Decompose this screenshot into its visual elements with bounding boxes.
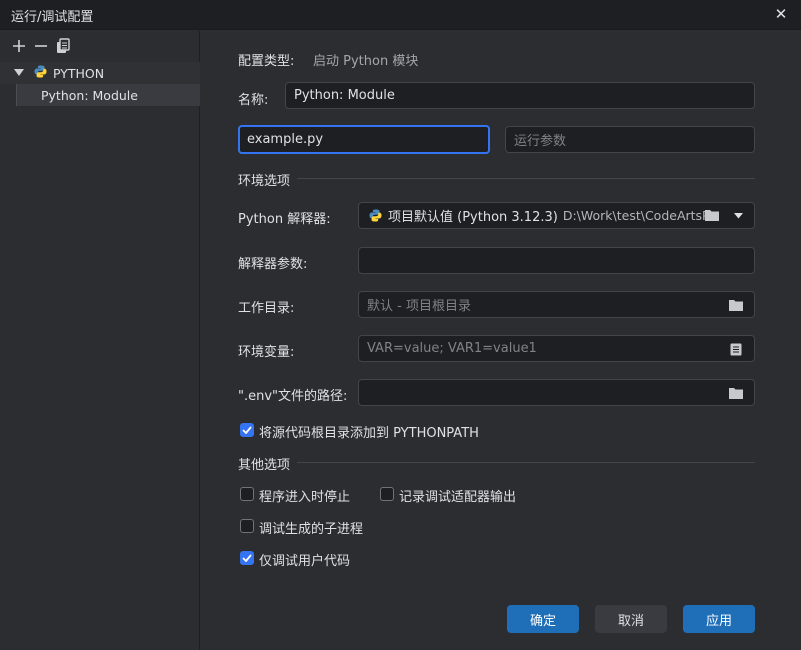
log-adapter-label: 记录调试适配器输出 — [399, 490, 517, 505]
list-icon[interactable] — [728, 341, 744, 357]
chevron-down-icon[interactable] — [732, 209, 744, 223]
envvars-placeholder: VAR=value; VAR1=value1 — [367, 341, 537, 356]
interpreter-select[interactable]: 项目默认值 (Python 3.12.3) D:\Work\test\CodeA… — [358, 202, 755, 229]
tree-group-python[interactable]: PYTHON — [0, 62, 200, 84]
just-my-code-checkbox[interactable] — [240, 551, 254, 565]
python-icon — [369, 209, 382, 222]
interpreter-path: D:\Work\test\CodeArtsPro — [562, 208, 713, 223]
tree-item-label: Python: Module — [41, 87, 138, 103]
stop-on-entry-label: 程序进入时停止 — [259, 490, 351, 505]
envfile-label: ".env"文件的路径: — [238, 389, 348, 404]
close-icon[interactable]: ✕ — [772, 5, 790, 23]
cancel-button[interactable]: 取消 — [595, 605, 667, 633]
workdir-placeholder: 默认 - 项目根目录 — [367, 299, 471, 314]
folder-icon[interactable] — [728, 385, 744, 401]
log-adapter-checkbox[interactable] — [380, 487, 394, 501]
name-label: 名称: — [238, 93, 269, 108]
interpreter-value: 项目默认值 (Python 3.12.3) — [388, 210, 558, 225]
sidebar: PYTHON Python: Module — [0, 31, 200, 650]
debug-subprocess-label: 调试生成的子进程 — [259, 522, 364, 537]
interpreter-args-field[interactable] — [358, 247, 755, 274]
main-panel: 配置类型: 启动 Python 模块 名称: Python: Module ex… — [201, 31, 801, 650]
envfile-field[interactable] — [358, 379, 755, 406]
env-section-title: 环境选项 — [238, 174, 291, 189]
env-section-divider — [297, 178, 755, 179]
caret-down-icon[interactable] — [14, 68, 24, 78]
window-title: 运行/调试配置 — [11, 10, 94, 25]
module-value: example.py — [247, 132, 324, 147]
args-field[interactable]: 运行参数 — [505, 126, 755, 153]
other-section-title: 其他选项 — [238, 458, 291, 473]
config-type-label: 配置类型: — [238, 54, 295, 69]
sidebar-toolbar — [10, 37, 72, 55]
config-type-value: 启动 Python 模块 — [313, 54, 419, 69]
envvars-label: 环境变量: — [238, 345, 295, 360]
check-icon — [242, 554, 252, 562]
workdir-field[interactable]: 默认 - 项目根目录 — [358, 291, 755, 318]
envvars-field[interactable]: VAR=value; VAR1=value1 — [358, 335, 755, 362]
title-bar: 运行/调试配置 ✕ — [0, 0, 801, 30]
module-field[interactable]: example.py — [238, 125, 490, 154]
tree-item-python-module[interactable]: Python: Module — [16, 84, 200, 106]
ok-button[interactable]: 确定 — [507, 605, 579, 633]
python-icon — [34, 64, 47, 82]
debug-subprocess-checkbox[interactable] — [240, 519, 254, 533]
just-my-code-label: 仅调试用户代码 — [259, 554, 351, 569]
add-icon[interactable] — [10, 37, 28, 55]
add-pythonpath-checkbox[interactable] — [240, 423, 254, 437]
tree-group-label: PYTHON — [53, 65, 105, 81]
remove-icon[interactable] — [32, 37, 50, 55]
stop-on-entry-checkbox[interactable] — [240, 487, 254, 501]
check-icon — [242, 426, 252, 434]
copy-icon[interactable] — [54, 37, 72, 55]
interpreter-args-label: 解释器参数: — [238, 257, 308, 272]
apply-button[interactable]: 应用 — [683, 605, 755, 633]
args-placeholder: 运行参数 — [514, 134, 567, 149]
add-pythonpath-label: 将源代码根目录添加到 PYTHONPATH — [259, 426, 479, 441]
workdir-label: 工作目录: — [238, 301, 295, 316]
interpreter-label: Python 解释器: — [238, 212, 331, 227]
other-section-divider — [297, 462, 755, 463]
name-field[interactable]: Python: Module — [285, 82, 755, 109]
folder-icon[interactable] — [704, 208, 720, 222]
name-value: Python: Module — [294, 88, 395, 103]
folder-icon[interactable] — [728, 297, 744, 313]
